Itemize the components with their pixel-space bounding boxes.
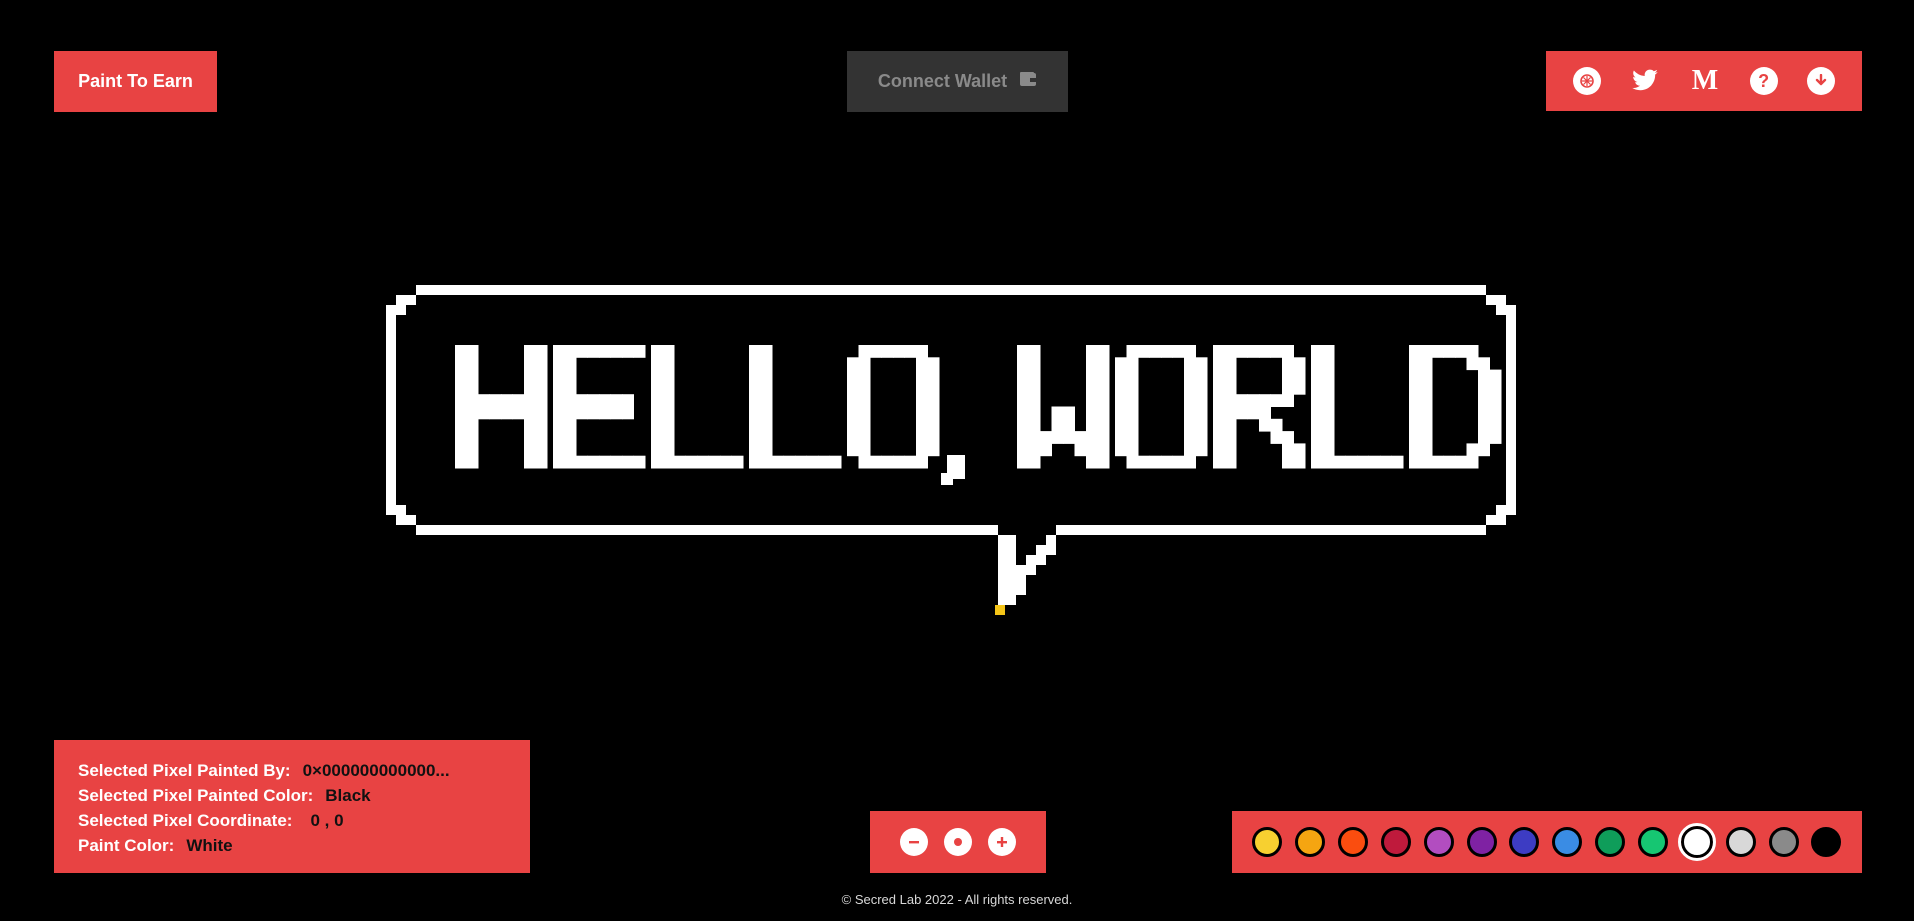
- color-swatch[interactable]: [1638, 827, 1669, 857]
- painted-color-label: Selected Pixel Painted Color:: [78, 786, 314, 805]
- color-swatch[interactable]: [1509, 827, 1540, 857]
- zoom-controls: [870, 811, 1046, 873]
- color-swatch[interactable]: [1338, 827, 1369, 857]
- color-swatch[interactable]: [1380, 827, 1411, 857]
- painted-color-value: Black: [325, 786, 371, 805]
- zoom-out-button[interactable]: [900, 828, 928, 856]
- zoom-in-button[interactable]: [988, 828, 1016, 856]
- selected-pixel[interactable]: [995, 605, 1005, 615]
- footer-copyright: © Secred Lab 2022 - All rights reserved.: [841, 892, 1073, 907]
- color-swatch[interactable]: [1552, 827, 1583, 857]
- color-swatch[interactable]: [1295, 827, 1326, 857]
- color-swatch[interactable]: [1677, 823, 1716, 861]
- coordinate-row: Selected Pixel Coordinate: 0 , 0: [78, 808, 506, 833]
- color-swatch[interactable]: [1768, 827, 1799, 857]
- pixel-info-panel: Selected Pixel Painted By: 0×00000000000…: [54, 740, 530, 873]
- coordinate-label: Selected Pixel Coordinate:: [78, 811, 293, 830]
- coordinate-value: 0 , 0: [310, 811, 344, 830]
- pixel-canvas[interactable]: [0, 0, 1914, 740]
- painted-by-row: Selected Pixel Painted By: 0×00000000000…: [78, 758, 506, 783]
- paint-color-value: White: [186, 836, 233, 855]
- color-swatch[interactable]: [1811, 827, 1842, 857]
- painted-color-row: Selected Pixel Painted Color: Black: [78, 783, 506, 808]
- color-swatch[interactable]: [1466, 827, 1497, 857]
- dot-icon: [954, 838, 962, 846]
- color-swatch[interactable]: [1595, 827, 1626, 857]
- minus-icon: [909, 841, 919, 844]
- hello-world-art: [455, 345, 1502, 485]
- color-palette: [1232, 811, 1862, 873]
- paint-color-label: Paint Color:: [78, 836, 175, 855]
- color-swatch[interactable]: [1725, 827, 1756, 857]
- paint-color-row: Paint Color: White: [78, 833, 506, 858]
- color-swatch[interactable]: [1423, 827, 1454, 857]
- painted-by-value: 0×000000000000...: [302, 761, 450, 780]
- color-swatch[interactable]: [1252, 827, 1283, 857]
- zoom-reset-button[interactable]: [944, 828, 972, 856]
- plus-icon: [997, 837, 1007, 847]
- painted-by-label: Selected Pixel Painted By:: [78, 761, 291, 780]
